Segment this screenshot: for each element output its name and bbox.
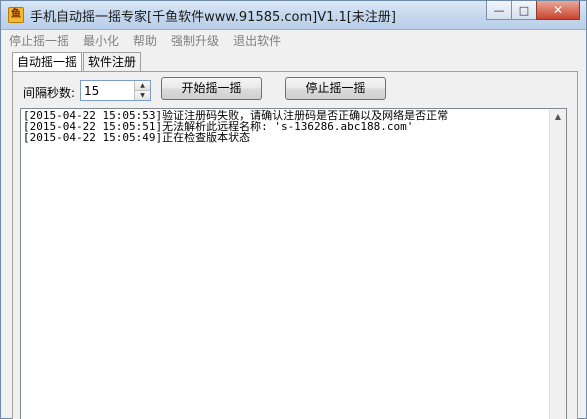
log-lines: [2015-04-22 15:05:53]验证注册码失败，请确认注册码是否正确以…	[23, 110, 548, 143]
log-line: [2015-04-22 15:05:49]正在检查版本状态	[23, 132, 251, 143]
window-title: 手机自动摇一摇专家[千鱼软件www.91585.com]V1.1[未注册]	[30, 10, 396, 25]
title-bar[interactable]: 鱼 手机自动摇一摇专家[千鱼软件www.91585.com]V1.1[未注册] …	[1, 1, 586, 30]
menu-item-force-upgrade[interactable]: 强制升级	[171, 32, 219, 49]
stepper-down-icon[interactable]: ▼	[135, 90, 150, 100]
app-icon: 鱼	[8, 7, 24, 23]
stop-shake-button[interactable]: 停止摇一摇	[285, 77, 386, 100]
maximize-button[interactable]: □	[511, 1, 537, 20]
interval-input[interactable]	[81, 81, 133, 100]
window-controls: — □ ✕	[486, 1, 580, 20]
menu-item-help[interactable]: 帮助	[133, 32, 157, 49]
stepper-buttons: ▲ ▼	[134, 81, 150, 100]
tab-registration[interactable]: 软件注册	[83, 52, 142, 71]
menu-item-exit[interactable]: 退出软件	[233, 32, 281, 49]
start-shake-button[interactable]: 开始摇一摇	[161, 77, 262, 100]
stepper-up-icon[interactable]: ▲	[135, 81, 150, 91]
log-textarea[interactable]: [2015-04-22 15:05:53]验证注册码失败，请确认注册码是否正确以…	[20, 108, 567, 419]
interval-label: 间隔秒数:	[23, 86, 76, 100]
scroll-up-icon[interactable]: ▲	[550, 109, 566, 125]
interval-stepper[interactable]: ▲ ▼	[80, 80, 151, 101]
close-icon: ✕	[552, 3, 564, 17]
close-button[interactable]: ✕	[536, 1, 580, 20]
menu-item-minimize[interactable]: 最小化	[83, 32, 119, 49]
menu-bar: 停止摇一摇 最小化 帮助 强制升级 退出软件	[1, 30, 586, 50]
minimize-icon: —	[493, 3, 505, 17]
tab-strip: 自动摇一摇 软件注册	[12, 52, 142, 72]
maximize-icon: □	[518, 3, 530, 17]
tab-auto-shake[interactable]: 自动摇一摇	[12, 52, 83, 72]
minimize-button[interactable]: —	[486, 1, 512, 20]
log-scrollbar[interactable]: ▲	[549, 109, 566, 419]
app-window: 鱼 手机自动摇一摇专家[千鱼软件www.91585.com]V1.1[未注册] …	[0, 0, 587, 419]
log-line: [2015-04-22 15:05:53]验证注册码失败，请确认注册码是否正确以…	[23, 110, 449, 121]
menu-item-stop-shake[interactable]: 停止摇一摇	[9, 32, 69, 49]
log-line: [2015-04-22 15:05:51]无法解析此远程名称: 's-13628…	[23, 121, 414, 132]
